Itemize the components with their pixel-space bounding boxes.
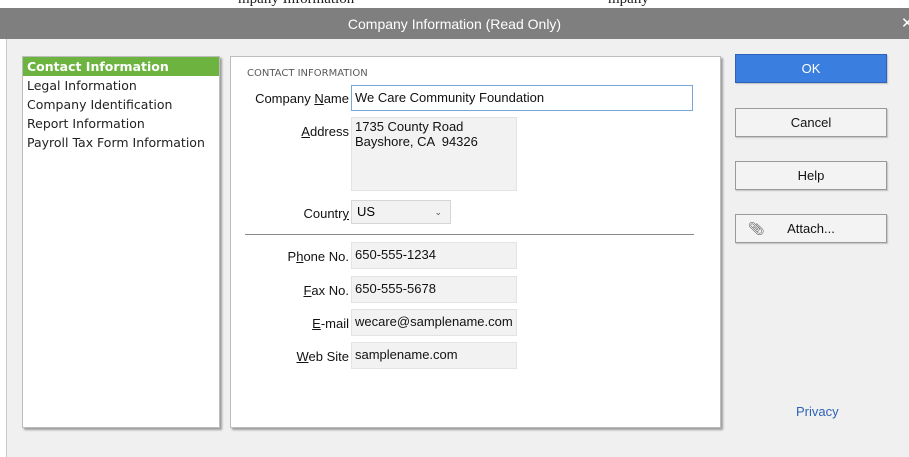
background-window-text: mpany Information: [238, 0, 354, 8]
fax-label: Fax No.: [303, 283, 349, 298]
divider: [245, 234, 694, 235]
section-heading: CONTACT INFORMATION: [247, 68, 368, 79]
fax-field[interactable]: 650-555-5678: [351, 276, 517, 303]
country-label: Country: [303, 206, 349, 221]
website-field[interactable]: samplename.com: [351, 342, 517, 369]
attach-button-label: Attach...: [787, 221, 835, 236]
address-label: Address: [301, 124, 349, 139]
nav-item-company-identification[interactable]: Company Identification: [23, 95, 219, 114]
attach-button[interactable]: 📎︎ Attach...: [735, 214, 887, 243]
cancel-button[interactable]: Cancel: [735, 108, 887, 137]
website-label: Web Site: [296, 349, 349, 364]
address-field[interactable]: 1735 County Road Bayshore, CA 94326: [351, 117, 517, 191]
chevron-down-icon: ⌄: [434, 207, 442, 217]
nav-item-legal-information[interactable]: Legal Information: [23, 76, 219, 95]
nav-item-report-information[interactable]: Report Information: [23, 114, 219, 133]
title-bar: Company Information (Read Only) ✕: [0, 8, 909, 39]
email-field[interactable]: wecare@samplename.com: [351, 309, 517, 336]
ok-button[interactable]: OK: [735, 54, 887, 83]
nav-item-payroll-tax-form-information[interactable]: Payroll Tax Form Information: [23, 133, 219, 152]
nav-item-contact-information[interactable]: Contact Information: [23, 57, 219, 76]
country-select[interactable]: US ⌄: [351, 200, 451, 224]
close-icon[interactable]: ✕: [901, 14, 909, 32]
help-button[interactable]: Help: [735, 161, 887, 190]
background-window-strip: mpany Information mpany: [0, 0, 909, 8]
address-line-2: Bayshore, CA 94326: [355, 134, 478, 149]
phone-label: Phone No.: [287, 249, 349, 264]
category-nav: Contact Information Legal Information Co…: [22, 56, 220, 428]
background-window-text-right: mpany: [608, 0, 649, 8]
privacy-link[interactable]: Privacy: [796, 404, 839, 419]
contact-information-panel: CONTACT INFORMATION Company Name We Care…: [230, 56, 721, 428]
paperclip-icon: 📎︎: [748, 221, 765, 236]
window-title: Company Information (Read Only): [347, 16, 562, 32]
country-value: US: [357, 204, 376, 219]
phone-field[interactable]: 650-555-1234: [351, 242, 517, 269]
address-line-1: 1735 County Road: [355, 119, 464, 134]
company-name-label: Company Name: [255, 91, 349, 106]
company-name-field[interactable]: We Care Community Foundation: [351, 85, 693, 111]
company-info-dialog: Contact Information Legal Information Co…: [6, 39, 909, 457]
email-label: E-mail: [312, 316, 349, 331]
